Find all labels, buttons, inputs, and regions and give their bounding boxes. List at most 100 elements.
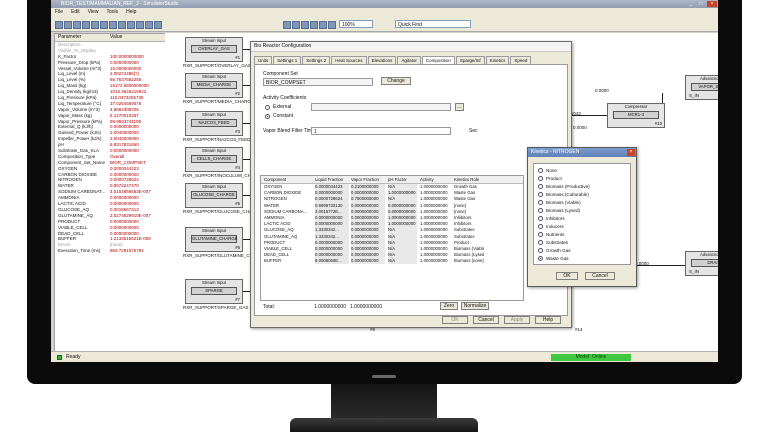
kinetics-close-button[interactable]: × <box>627 149 635 156</box>
radio-icon[interactable] <box>538 168 543 174</box>
menu-item[interactable]: View <box>84 8 103 16</box>
zoom-select[interactable]: 100% <box>339 20 373 28</box>
kinetics-option[interactable]: Nutrients <box>538 232 564 238</box>
quick-find-input[interactable]: Quick Find <box>395 20 471 28</box>
constant-radio[interactable] <box>265 114 270 119</box>
table-cell[interactable]: Biomass [none] <box>454 258 484 264</box>
stop-icon[interactable] <box>136 21 144 29</box>
kinetics-option-label: Biomass (Lysed) <box>546 208 581 213</box>
kinetics-option[interactable]: Growth Gas <box>538 248 571 254</box>
radio-icon[interactable] <box>538 200 543 206</box>
tab-settings-1[interactable]: Settings 1 <box>273 56 302 64</box>
radio-icon[interactable] <box>538 248 543 254</box>
menu-item[interactable]: Tools <box>102 8 122 16</box>
stream-input-block[interactable]: Stream Input MEDIA_CHARGE #2 <box>185 73 243 98</box>
new-icon[interactable] <box>55 21 63 29</box>
minimize-button[interactable]: _ <box>686 1 696 7</box>
run-icon[interactable] <box>127 21 135 29</box>
tab-agitator[interactable]: Agitator <box>397 56 421 64</box>
settings-icon[interactable] <box>319 21 327 29</box>
stream-input-block[interactable]: Stream Input CELLS_CHARGE #4 <box>185 147 243 172</box>
radio-icon[interactable] <box>538 232 543 238</box>
kinetics-option[interactable]: None <box>538 168 557 174</box>
block-type: Stream Input <box>202 112 226 117</box>
table-row[interactable]: BUFFER 8.0008060E... 0.0000000000 N/A 1.0000… <box>261 258 523 265</box>
radio-icon[interactable] <box>538 240 543 246</box>
composition-tab-panel: Component Set BIOR_COMPSET Change Activi… <box>254 64 568 316</box>
redo-icon[interactable] <box>118 21 126 29</box>
cut-icon[interactable] <box>82 21 90 29</box>
tab-settings-2[interactable]: Settings 2 <box>302 56 331 64</box>
menu-item[interactable]: Edit <box>67 8 84 16</box>
browse-button[interactable]: … <box>455 103 464 111</box>
table-cell[interactable]: 0.0000000000 <box>351 258 385 265</box>
cancel-button[interactable]: Cancel <box>473 316 499 324</box>
kinetics-option[interactable]: Inhibitors <box>538 216 565 222</box>
zoom-in-icon[interactable] <box>283 21 291 29</box>
kinetics-option[interactable]: Biomass (Productive) <box>538 184 590 190</box>
print-icon[interactable] <box>310 21 318 29</box>
help-button[interactable]: Help <box>535 316 561 324</box>
table-cell[interactable]: 8.0008060E... <box>315 258 349 265</box>
zero-button[interactable]: Zero <box>440 302 458 310</box>
kinetics-option[interactable]: Biomass (Culturable) <box>538 192 589 198</box>
kinetics-option[interactable]: Waste Gas <box>538 256 569 262</box>
kinetics-option[interactable]: Inducers <box>538 224 564 230</box>
tab-units[interactable]: Units <box>254 56 273 64</box>
tab-elevations[interactable]: Elevations <box>367 56 397 64</box>
external-field[interactable] <box>311 103 451 111</box>
tab-speed[interactable]: Speed <box>510 56 532 64</box>
zoom-out-icon[interactable] <box>292 21 300 29</box>
radio-icon[interactable] <box>538 208 543 214</box>
table-cell[interactable]: N/A <box>388 258 417 265</box>
pause-icon[interactable] <box>145 21 153 29</box>
tab-sparge-inf[interactable]: Sparge/Inf <box>455 56 485 64</box>
paste-icon[interactable] <box>100 21 108 29</box>
step-icon[interactable] <box>154 21 162 29</box>
radio-icon[interactable] <box>538 176 543 182</box>
stream-input-block[interactable]: Stream Input GLUTAMINE_CHARGE #6 <box>185 227 243 252</box>
table-cell[interactable]: 1.0000000000 <box>420 258 451 264</box>
grid-header-kinetics: Kinetics Role <box>454 177 480 182</box>
menu-item[interactable]: Help <box>122 8 140 16</box>
stream-input-block[interactable]: Stream Input GLUCOSE_CHARGE #5 <box>185 183 243 208</box>
vapor-filter-input[interactable]: 1 <box>311 127 451 135</box>
menu-item[interactable]: File <box>51 8 67 16</box>
block-number: #7 <box>235 297 240 302</box>
kinetics-option[interactable]: Biomass (Lysed) <box>538 208 581 214</box>
change-button[interactable]: Change <box>381 77 411 85</box>
total-liquid: 1.0000000000 <box>314 304 346 310</box>
ok-button[interactable]: OK <box>442 316 468 324</box>
kinetics-option[interactable]: Substrates <box>538 240 568 246</box>
compressor-block[interactable]: Compressor MCR1-3 #10 <box>607 103 665 128</box>
kinetics-cancel-button[interactable]: Cancel <box>585 272 615 280</box>
save-icon[interactable] <box>73 21 81 29</box>
stream-input-block[interactable]: Stream Input OVERLAY_GAS #1 <box>185 37 243 62</box>
stream-input-block[interactable]: Stream Input SPARGE #7 <box>185 279 243 304</box>
radio-icon[interactable] <box>538 192 543 198</box>
open-icon[interactable] <box>64 21 72 29</box>
normalize-button[interactable]: Normalize <box>461 302 489 310</box>
radio-icon[interactable] <box>538 256 543 262</box>
help-icon[interactable] <box>328 21 336 29</box>
kinetics-option[interactable]: Biomass (Viable) <box>538 200 581 206</box>
property-row[interactable]: Execution_Time (ms) 864.7281575784 <box>55 248 165 254</box>
radio-icon[interactable] <box>538 224 543 230</box>
external-radio[interactable] <box>265 105 270 110</box>
tab-kinetics[interactable]: Kinetics <box>485 56 510 64</box>
maximize-button[interactable]: □ <box>696 1 706 7</box>
apply-button[interactable]: Apply <box>504 316 530 324</box>
close-button[interactable]: × <box>707 1 717 7</box>
copy-icon[interactable] <box>91 21 99 29</box>
grid-icon[interactable] <box>301 21 309 29</box>
kinetics-option[interactable]: Product <box>538 176 562 182</box>
kinetics-ok-button[interactable]: OK <box>556 272 578 280</box>
tab-heat-sources[interactable]: Heat Sources <box>331 56 367 64</box>
external-label: External <box>273 104 292 110</box>
radio-icon[interactable] <box>538 184 543 190</box>
stream-path-label: RXR_SUPPORT/SPARGE_GAS <box>183 305 249 310</box>
stream-input-block[interactable]: Stream Input NA2CO3_FEED #3 <box>185 111 243 136</box>
undo-icon[interactable] <box>109 21 117 29</box>
radio-icon[interactable] <box>538 216 543 222</box>
toolbar: 100% Quick Find <box>51 17 718 32</box>
